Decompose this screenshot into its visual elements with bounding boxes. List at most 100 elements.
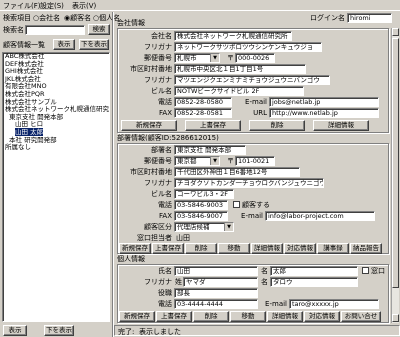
company-prefecture-value: 札幌市 [177, 54, 197, 62]
dept-tel-field[interactable]: 03-5846-9003 [174, 200, 228, 210]
person-inquiry-button[interactable]: お問い合せ [341, 311, 381, 322]
dept-postal-label: 郵便番号 [144, 157, 172, 165]
dept-window-label: 窓口担当者 [137, 234, 172, 242]
dept-tel-label: 電話 [158, 201, 172, 209]
person-surname-field[interactable]: 山田 [174, 266, 258, 276]
person-response-button[interactable]: 対応情報 [304, 311, 340, 322]
dept-postal-field[interactable]: 101-0021 [235, 156, 275, 166]
person-section-label: 個人情報 [117, 255, 145, 263]
person-email-label: E-mail [265, 300, 287, 308]
company-name-field[interactable]: 株式会社ネットワーク札幌通信研究所 [174, 31, 292, 41]
dept-name-field[interactable]: 東京支社 開発本部 [174, 145, 246, 155]
company-kana-field[interactable]: ネットワークサツポロツウシンケンキュウジョ [174, 42, 322, 52]
filter-customer-radio[interactable]: ◉顧客名 [64, 13, 91, 23]
dept-detail-button[interactable]: 詳細情報 [251, 243, 283, 254]
person-main-contact-checkbox[interactable] [362, 267, 369, 274]
postal-mark-icon: 〒 [227, 157, 234, 165]
footer-show-button[interactable]: 表示 [3, 325, 27, 336]
dept-customer-type-label: 顧客区分 [144, 223, 172, 231]
company-postal-field[interactable]: 000-0026 [235, 53, 275, 63]
dept-move-button[interactable]: 移動 [218, 243, 250, 254]
dept-customer-type-select[interactable]: 代理店候補 ▼ [174, 222, 234, 232]
dept-fax-field[interactable]: 03-5846-9007 [174, 211, 228, 221]
dept-prefecture-select[interactable]: 東京都 ▼ [174, 156, 220, 166]
chevron-down-icon: ▼ [210, 157, 219, 165]
company-tel-field[interactable]: 0852-28-0580 [174, 97, 232, 107]
dept-check-checkbox[interactable] [233, 201, 240, 208]
company-address-field[interactable]: 札幌市中央区北１目1丁目1号 [174, 64, 306, 74]
dept-delete-button[interactable]: 削除 [185, 243, 217, 254]
main-scrollbar[interactable] [391, 28, 399, 323]
person-tel-field[interactable]: 03-4444-4444 [174, 299, 258, 309]
dept-address-label: 市区町村番地 [130, 168, 172, 176]
person-title-label: 役職 [158, 289, 172, 297]
person-given-label: 名 [261, 267, 268, 275]
dept-email-label: E-mail [241, 212, 263, 220]
login-label: ログイン名 [310, 14, 345, 22]
dept-name-label: 部署名 [151, 146, 172, 154]
dept-address-kana-label: フリガナ [144, 179, 172, 187]
person-main-contact-label: 窓口 [371, 267, 385, 275]
company-email-field[interactable]: jobs@netlab.jp [269, 97, 379, 107]
dept-window-value: 山田 [176, 234, 190, 242]
search-category-label: 検索項目 [3, 14, 31, 22]
chevron-down-icon: ▼ [224, 223, 233, 231]
person-given-field[interactable]: 太郎 [270, 266, 358, 276]
list-show-button[interactable]: 表示 [53, 39, 75, 50]
company-new-save-button[interactable]: 新規保存 [121, 120, 177, 131]
company-prefecture-select[interactable]: 札幌市 ▼ [174, 53, 220, 63]
menu-file[interactable]: ファイル(F) [3, 1, 41, 11]
company-delete-button[interactable]: 削除 [249, 120, 305, 131]
filter-company-radio[interactable]: ○会社名 [33, 13, 60, 23]
person-move-button[interactable]: 移動 [230, 311, 266, 322]
company-fax-field[interactable]: 0852-28-0581 [174, 108, 232, 118]
person-kana-given-field[interactable]: タロウ [270, 277, 358, 287]
company-building-field[interactable]: NOTWビークサイドビル 2F [174, 86, 304, 96]
person-tel-label: 電話 [158, 300, 172, 308]
menu-settings[interactable]: 設定(S) [40, 1, 64, 11]
company-overwrite-button[interactable]: 上書保存 [185, 120, 241, 131]
search-button[interactable]: 検索 [88, 24, 110, 35]
menu-view[interactable]: 表示(V) [72, 1, 96, 11]
tree-item[interactable]: 所属なし [3, 144, 109, 152]
dept-delivery-button[interactable]: 納品報告 [350, 243, 382, 254]
dept-prefecture-value: 東京都 [177, 157, 197, 165]
person-kana-label: フリガナ [144, 278, 172, 286]
scroll-up-arrow[interactable] [392, 28, 399, 36]
scroll-down-arrow[interactable] [392, 314, 399, 322]
list-bottom-button[interactable]: 下を表示 [79, 39, 109, 50]
company-url-label: URL [253, 109, 267, 117]
company-detail-button[interactable]: 詳細情報 [313, 120, 369, 131]
company-url-field[interactable]: http://www.netlab.jp [269, 108, 379, 118]
company-fax-label: FAX [159, 109, 172, 117]
company-address-kana-label: フリガナ [144, 76, 172, 84]
person-detail-button[interactable]: 詳細情報 [267, 311, 303, 322]
dept-new-save-button[interactable]: 新規保存 [119, 243, 151, 254]
keyword-input[interactable] [25, 25, 85, 35]
company-kana-label: フリガナ [144, 43, 172, 51]
dept-response-button[interactable]: 対応情報 [284, 243, 316, 254]
dept-email-field[interactable]: info@labor-project.com [265, 211, 375, 221]
customer-tree[interactable]: ABC株式会社 DEF株式会社 GHI株式会社 JKL株式会社 有限会社MNO … [2, 52, 110, 322]
splitter[interactable] [112, 12, 114, 337]
dept-building-field[interactable]: コーワビル3・2F [174, 189, 234, 199]
person-new-save-button[interactable]: 新規保存 [119, 311, 155, 322]
keyword-label: 検索名 [3, 26, 24, 34]
person-email-field[interactable]: taro@xxxxx.jp [289, 299, 379, 309]
dept-address-field[interactable]: 千代田区外神田１目6番地12号 [174, 167, 300, 177]
dept-check-label: 顧客する [242, 201, 270, 209]
company-address-kana-field[interactable]: マツエンジクエンミナミチョウジュウニバンゴウ [174, 75, 330, 85]
dept-address-kana-field[interactable]: チヨダクソトカンダ一チョウロクバンジュウニゴウ [174, 178, 324, 188]
footer-bottom-button[interactable]: 下を表示 [44, 325, 74, 336]
company-building-label: ビル名 [151, 87, 172, 95]
person-title-field[interactable]: 部長 [174, 288, 258, 298]
dept-minutes-button[interactable]: 講事録 [317, 243, 349, 254]
person-overwrite-button[interactable]: 上書保存 [156, 311, 192, 322]
person-delete-button[interactable]: 削除 [193, 311, 229, 322]
dept-overwrite-button[interactable]: 上書保存 [152, 243, 184, 254]
postal-mark-icon: 〒 [227, 54, 234, 62]
menu-bar: ファイル(F) 設定(S) 表示(V) [0, 0, 400, 11]
scroll-thumb[interactable] [392, 38, 399, 288]
person-kana-surname-field[interactable]: ヤマダ [183, 277, 258, 287]
filter-company-label: 会社名 [39, 14, 61, 22]
